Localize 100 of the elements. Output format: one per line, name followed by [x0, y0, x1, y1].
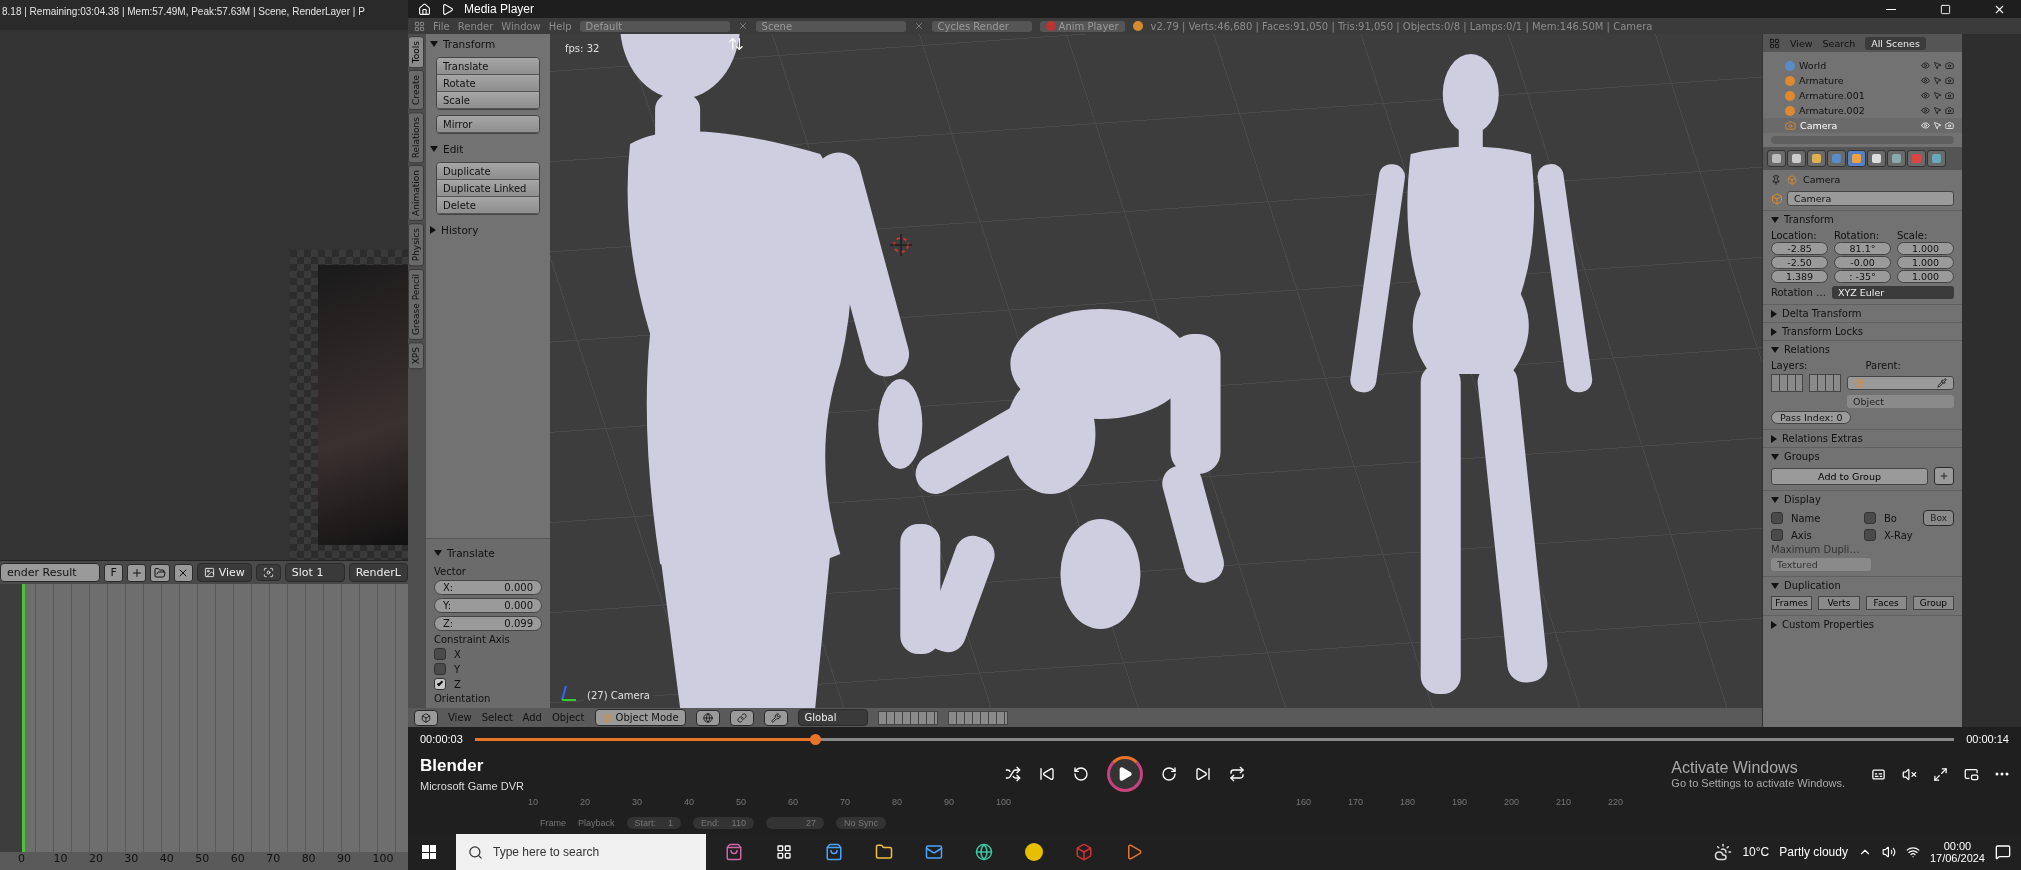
expand-arrow-icon[interactable] [1771, 309, 1777, 318]
number-field[interactable]: 1.000 [1897, 242, 1954, 255]
menu-item[interactable]: File [433, 20, 450, 32]
menu-item[interactable]: Render [457, 20, 494, 32]
number-field[interactable]: 1.000 [1897, 270, 1954, 283]
mode-button[interactable]: Verts [1818, 596, 1860, 610]
mode-dropdown[interactable]: Object Mode [594, 709, 686, 726]
number-field[interactable]: -2.50 [1771, 256, 1828, 269]
panel-tab[interactable]: Tools [408, 36, 424, 69]
menu-item[interactable]: Object [551, 712, 585, 723]
section-title[interactable]: Duplication [1784, 580, 1841, 591]
previous-button[interactable] [1038, 766, 1055, 782]
parent-type-dropdown[interactable]: Object [1847, 395, 1954, 408]
checkbox[interactable] [1864, 529, 1876, 541]
expand-arrow-icon[interactable] [1771, 582, 1779, 589]
number-field[interactable]: Pass Index: 0 [1771, 411, 1852, 424]
mini-player-button[interactable] [1964, 766, 1979, 782]
expand-arrow-icon[interactable] [434, 550, 442, 556]
menu-item[interactable]: Frame [540, 818, 566, 828]
expand-arrow-icon[interactable] [1771, 327, 1777, 336]
expand-arrow-icon[interactable] [1771, 346, 1779, 353]
archive-icon[interactable] [1075, 843, 1093, 861]
fullscreen-button[interactable] [1933, 766, 1948, 782]
number-field[interactable]: Y: 0.000 [434, 598, 542, 613]
mode-button[interactable]: Frames [1771, 596, 1813, 610]
skip-forward-button[interactable] [1160, 766, 1177, 782]
number-field[interactable]: Z: 0.099 [434, 616, 542, 631]
draw-type-dropdown[interactable]: Textured [1771, 558, 1871, 571]
menu-item[interactable]: View [448, 712, 472, 723]
section-title[interactable]: Relations Extras [1782, 433, 1863, 444]
properties-tab[interactable] [1767, 150, 1786, 167]
properties-tab[interactable] [1787, 150, 1806, 167]
mode-button[interactable]: Faces [1865, 596, 1907, 610]
expand-arrow-icon[interactable] [430, 226, 436, 234]
number-field[interactable]: 81.1° [1834, 242, 1891, 255]
search-field[interactable]: Type here to search [456, 834, 706, 870]
mode-button[interactable]: Group [1912, 596, 1954, 610]
menu-item[interactable]: Window [501, 20, 541, 32]
next-button[interactable] [1194, 766, 1211, 782]
panel-title[interactable]: Transform [443, 38, 496, 50]
editor-type-icon[interactable] [1769, 37, 1780, 49]
anim-player-button[interactable]: Anim Player [1039, 20, 1125, 32]
menu-item[interactable]: Add [522, 712, 542, 723]
home-icon[interactable] [418, 2, 431, 16]
panel-tab[interactable]: Grease Pencil [408, 268, 424, 340]
editor-type-button[interactable] [414, 709, 438, 726]
tool-button[interactable]: Rotate [437, 75, 539, 92]
tool-button[interactable]: Translate [437, 58, 539, 75]
store-icon[interactable] [825, 843, 843, 861]
play-button[interactable] [1106, 756, 1143, 792]
eye-icon[interactable] [1921, 76, 1930, 85]
menu-item[interactable]: Search [1822, 37, 1856, 49]
layer-grid[interactable] [1809, 374, 1841, 392]
media-player-icon[interactable] [1125, 843, 1143, 861]
app-icon[interactable] [1025, 843, 1043, 861]
bounds-dropdown[interactable]: Box [1923, 510, 1954, 526]
task-view-icon[interactable] [776, 844, 792, 860]
section-title[interactable]: Custom Properties [1782, 619, 1875, 630]
checkbox[interactable] [434, 663, 446, 675]
panel-title[interactable]: History [441, 224, 479, 236]
end-frame-field[interactable]: End: 110 [693, 817, 754, 829]
checkbox[interactable] [1864, 512, 1876, 524]
folder-icon[interactable] [875, 843, 893, 861]
number-field[interactable]: 1.000 [1897, 256, 1954, 269]
layout-field[interactable]: Default [579, 20, 730, 32]
section-title[interactable]: Groups [1784, 451, 1820, 462]
view-dropdown[interactable]: View [196, 563, 252, 582]
expand-arrow-icon[interactable] [1771, 216, 1779, 223]
render-engine-dropdown[interactable]: Cycles Render [931, 20, 1032, 32]
menu-item[interactable]: Select [481, 712, 513, 723]
rotation-mode-dropdown[interactable]: XYZ Euler [1832, 286, 1954, 299]
menu-item[interactable]: Help [548, 20, 572, 32]
open-folder-button[interactable] [150, 563, 170, 582]
properties-tab[interactable] [1927, 150, 1946, 167]
tool-button[interactable]: Mirror [437, 116, 539, 133]
camera-icon[interactable] [1945, 106, 1954, 115]
start-frame-field[interactable]: Start: 1 [626, 817, 682, 829]
panel-title[interactable]: Edit [443, 143, 464, 155]
panel-tab[interactable]: Create [408, 70, 424, 111]
panel-tab[interactable]: XPS [408, 341, 424, 369]
section-title[interactable]: Transform Locks [1782, 326, 1863, 337]
camera-icon[interactable] [1945, 91, 1954, 100]
parent-field[interactable] [1847, 376, 1954, 390]
eye-icon[interactable] [1921, 61, 1930, 70]
pin-icon[interactable] [1771, 174, 1781, 185]
scope-dropdown[interactable]: All Scenes [1865, 36, 1926, 50]
mute-button[interactable] [1902, 766, 1917, 782]
tool-button[interactable]: Duplicate [437, 163, 539, 180]
pivot-dropdown[interactable] [729, 709, 754, 726]
checkbox[interactable] [434, 678, 446, 690]
skip-back-button[interactable] [1072, 766, 1089, 782]
layer-grid[interactable] [947, 710, 1008, 725]
expand-arrow-icon[interactable] [430, 41, 438, 47]
pivot-dropdown[interactable] [255, 564, 281, 581]
checkbox[interactable] [434, 648, 446, 660]
notification-icon[interactable] [1995, 844, 2011, 860]
progress-thumb[interactable] [810, 733, 822, 745]
menu-item[interactable]: Playback [578, 818, 615, 828]
orientation-dropdown[interactable]: Global [797, 709, 868, 726]
properties-tab[interactable] [1807, 150, 1826, 167]
